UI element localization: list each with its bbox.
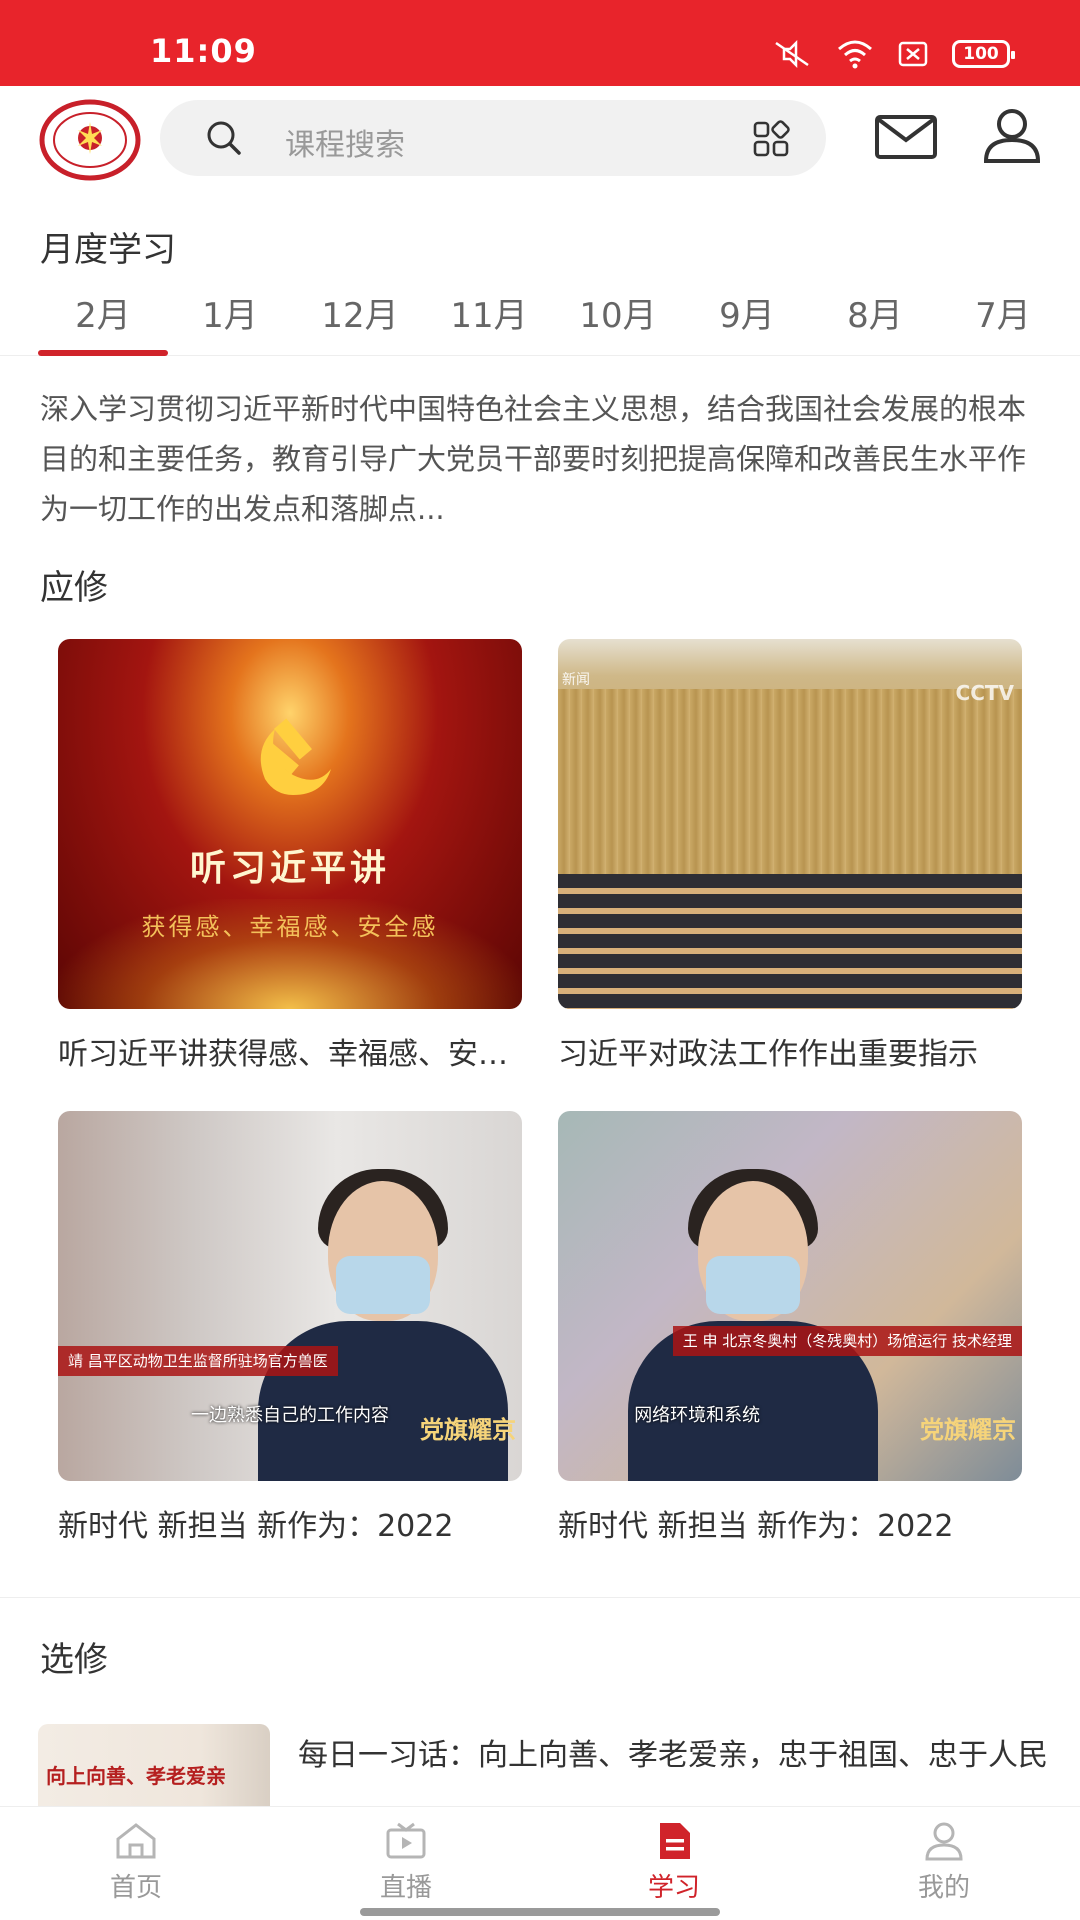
thumb-news-tag: 新闻 bbox=[562, 672, 590, 688]
user-icon[interactable] bbox=[982, 108, 1042, 164]
course-thumbnail: 听习近平讲 获得感、幸福感、安全感 bbox=[58, 639, 522, 1009]
tab-month-aug[interactable]: 8月 bbox=[810, 288, 940, 337]
status-time: 11:09 bbox=[150, 32, 257, 70]
search-icon bbox=[207, 121, 241, 155]
course-card[interactable]: 靖 昌平区动物卫生监督所驻场官方兽医 一边熟悉自己的工作内容 党旗耀京 新时代 … bbox=[58, 1111, 522, 1545]
status-bar: 11:09 100 bbox=[0, 0, 1080, 86]
monthly-section-title: 月度学习 bbox=[40, 230, 176, 270]
tab-study[interactable]: 学习 bbox=[604, 1821, 744, 1904]
course-thumbnail: 靖 昌平区动物卫生监督所驻场官方兽医 一边熟悉自己的工作内容 党旗耀京 bbox=[58, 1111, 522, 1481]
app-logo[interactable] bbox=[38, 98, 142, 182]
party-emblem-icon bbox=[260, 718, 331, 795]
course-card[interactable]: 新闻 CCTV 习近平对政法工作作出重要指示 bbox=[558, 639, 1022, 1073]
thumb-subtitle: 获得感、幸福感、安全感 bbox=[141, 913, 439, 941]
brand-watermark: 党旗耀京 bbox=[420, 1415, 516, 1444]
mail-icon[interactable] bbox=[874, 114, 938, 160]
required-section-title: 应修 bbox=[40, 568, 108, 608]
tab-mine[interactable]: 我的 bbox=[874, 1821, 1014, 1904]
course-card[interactable]: 王 申 北京冬奥村（冬残奥村）场馆运行 技术经理 网络环境和系统 党旗耀京 新时… bbox=[558, 1111, 1022, 1545]
tab-month-nov[interactable]: 11月 bbox=[424, 288, 554, 337]
tab-label: 首页 bbox=[109, 1873, 162, 1903]
cctv-logo: CCTV bbox=[955, 681, 1014, 705]
search-placeholder: 课程搜索 bbox=[285, 128, 405, 163]
stage-curtain bbox=[558, 689, 1022, 889]
tab-live[interactable]: 直播 bbox=[336, 1821, 476, 1904]
elective-title[interactable]: 每日一习话：向上向善、孝老爱亲，忠于祖国、忠于人民 bbox=[298, 1730, 1048, 1774]
bottom-tab-bar: 首页 直播 学习 我的 bbox=[0, 1806, 1080, 1920]
tab-label: 我的 bbox=[917, 1873, 970, 1903]
course-title[interactable]: 新时代 新担当 新作为：2022 bbox=[58, 1501, 522, 1545]
study-doc-icon bbox=[660, 1823, 690, 1859]
meeting-rows bbox=[558, 874, 1022, 1009]
battery-icon: 100 bbox=[952, 40, 1015, 68]
tab-label: 直播 bbox=[379, 1873, 432, 1903]
course-thumbnail: 新闻 CCTV bbox=[558, 639, 1022, 1009]
mute-icon bbox=[775, 39, 809, 69]
elective-thumbnail: 向上向善、孝老爱亲 bbox=[38, 1724, 270, 1812]
live-tv-icon bbox=[386, 1822, 426, 1859]
top-bar: 课程搜索 bbox=[0, 86, 1080, 190]
tab-label: 学习 bbox=[647, 1873, 700, 1903]
tab-home[interactable]: 首页 bbox=[66, 1821, 206, 1904]
interviewee-figure bbox=[628, 1161, 878, 1481]
thumb-title: 听习近平讲 bbox=[189, 847, 390, 889]
sim-off-icon bbox=[898, 41, 928, 67]
name-bar: 靖 昌平区动物卫生监督所驻场官方兽医 bbox=[58, 1346, 338, 1376]
monthly-description: 深入学习贯彻习近平新时代中国特色社会主义思想，结合我国社会发展的根本目的和主要任… bbox=[40, 392, 1027, 526]
tab-month-oct[interactable]: 10月 bbox=[553, 288, 683, 337]
status-icons: 100 bbox=[772, 36, 1015, 72]
wifi-icon bbox=[838, 40, 872, 69]
search-bar[interactable]: 课程搜索 bbox=[160, 100, 826, 176]
course-thumbnail: 王 申 北京冬奥村（冬残奥村）场馆运行 技术经理 网络环境和系统 党旗耀京 bbox=[558, 1111, 1022, 1481]
home-indicator[interactable] bbox=[360, 1908, 720, 1916]
course-title[interactable]: 习近平对政法工作作出重要指示 bbox=[558, 1029, 1022, 1073]
course-title[interactable]: 听习近平讲获得感、幸福感、安全感 bbox=[58, 1029, 522, 1073]
tab-month-dec[interactable]: 12月 bbox=[295, 288, 425, 337]
grid-scan-icon[interactable] bbox=[752, 120, 792, 158]
tab-month-jan[interactable]: 1月 bbox=[165, 288, 295, 337]
tab-month-jul[interactable]: 7月 bbox=[938, 288, 1068, 337]
tab-month-feb[interactable]: 2月 bbox=[38, 288, 168, 337]
name-bar: 王 申 北京冬奥村（冬残奥村）场馆运行 技术经理 bbox=[672, 1326, 1022, 1356]
brand-watermark: 党旗耀京 bbox=[920, 1415, 1016, 1444]
course-card[interactable]: 听习近平讲 获得感、幸福感、安全感 听习近平讲获得感、幸福感、安全感 bbox=[58, 639, 522, 1073]
video-subtitle: 网络环境和系统 bbox=[634, 1405, 761, 1426]
course-title[interactable]: 新时代 新担当 新作为：2022 bbox=[558, 1501, 1022, 1545]
active-tab-indicator bbox=[38, 350, 168, 356]
home-icon bbox=[116, 1823, 156, 1859]
profile-icon bbox=[925, 1822, 963, 1861]
month-tabs: 2月 1月 12月 11月 10月 9月 8月 7月 bbox=[0, 282, 1080, 356]
elective-list-item[interactable]: 向上向善、孝老爱亲 每日一习话：向上向善、孝老爱亲，忠于祖国、忠于人民 bbox=[38, 1724, 1048, 1812]
elective-thumb-text: 向上向善、孝老爱亲 bbox=[46, 1764, 226, 1788]
section-divider bbox=[0, 1597, 1080, 1598]
elective-section-title: 选修 bbox=[40, 1640, 108, 1680]
tab-month-sep[interactable]: 9月 bbox=[682, 288, 812, 337]
